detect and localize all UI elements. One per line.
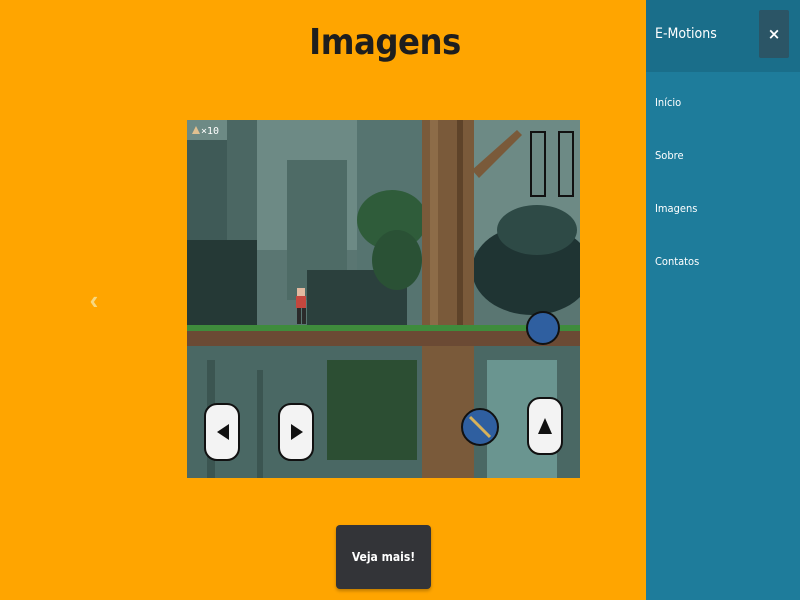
sidebar-item-imagens: Imagens (655, 199, 699, 252)
game-screenshot: ×10 (187, 120, 580, 478)
sidebar-item-contatos: Contatos (655, 252, 699, 305)
sidebar-nav: Início Sobre Imagens Contatos (655, 93, 699, 305)
chevron-left-icon: ‹ (89, 285, 99, 315)
nav-link-inicio[interactable]: Início (655, 96, 681, 109)
brand-name[interactable]: E-Motions (655, 26, 717, 42)
nav-link-contatos[interactable]: Contatos (655, 255, 699, 268)
sidebar: E-Motions × Início Sobre Imagens Contato… (646, 0, 800, 600)
hud-counter: ×10 (201, 126, 219, 137)
carousel-slide-image: ×10 (187, 120, 580, 478)
sidebar-header: E-Motions × (646, 0, 800, 72)
close-icon: × (767, 25, 781, 43)
main-content: Imagens ‹ ×10 Veja mais! (0, 0, 646, 600)
sidebar-item-inicio: Início (655, 93, 699, 146)
nav-link-imagens[interactable]: Imagens (655, 202, 697, 215)
nav-link-sobre[interactable]: Sobre (655, 149, 684, 162)
close-button[interactable]: × (759, 10, 789, 58)
more-button[interactable]: Veja mais! (336, 525, 431, 589)
sidebar-item-sobre: Sobre (655, 146, 699, 199)
carousel-prev-button[interactable]: ‹ (84, 285, 104, 315)
